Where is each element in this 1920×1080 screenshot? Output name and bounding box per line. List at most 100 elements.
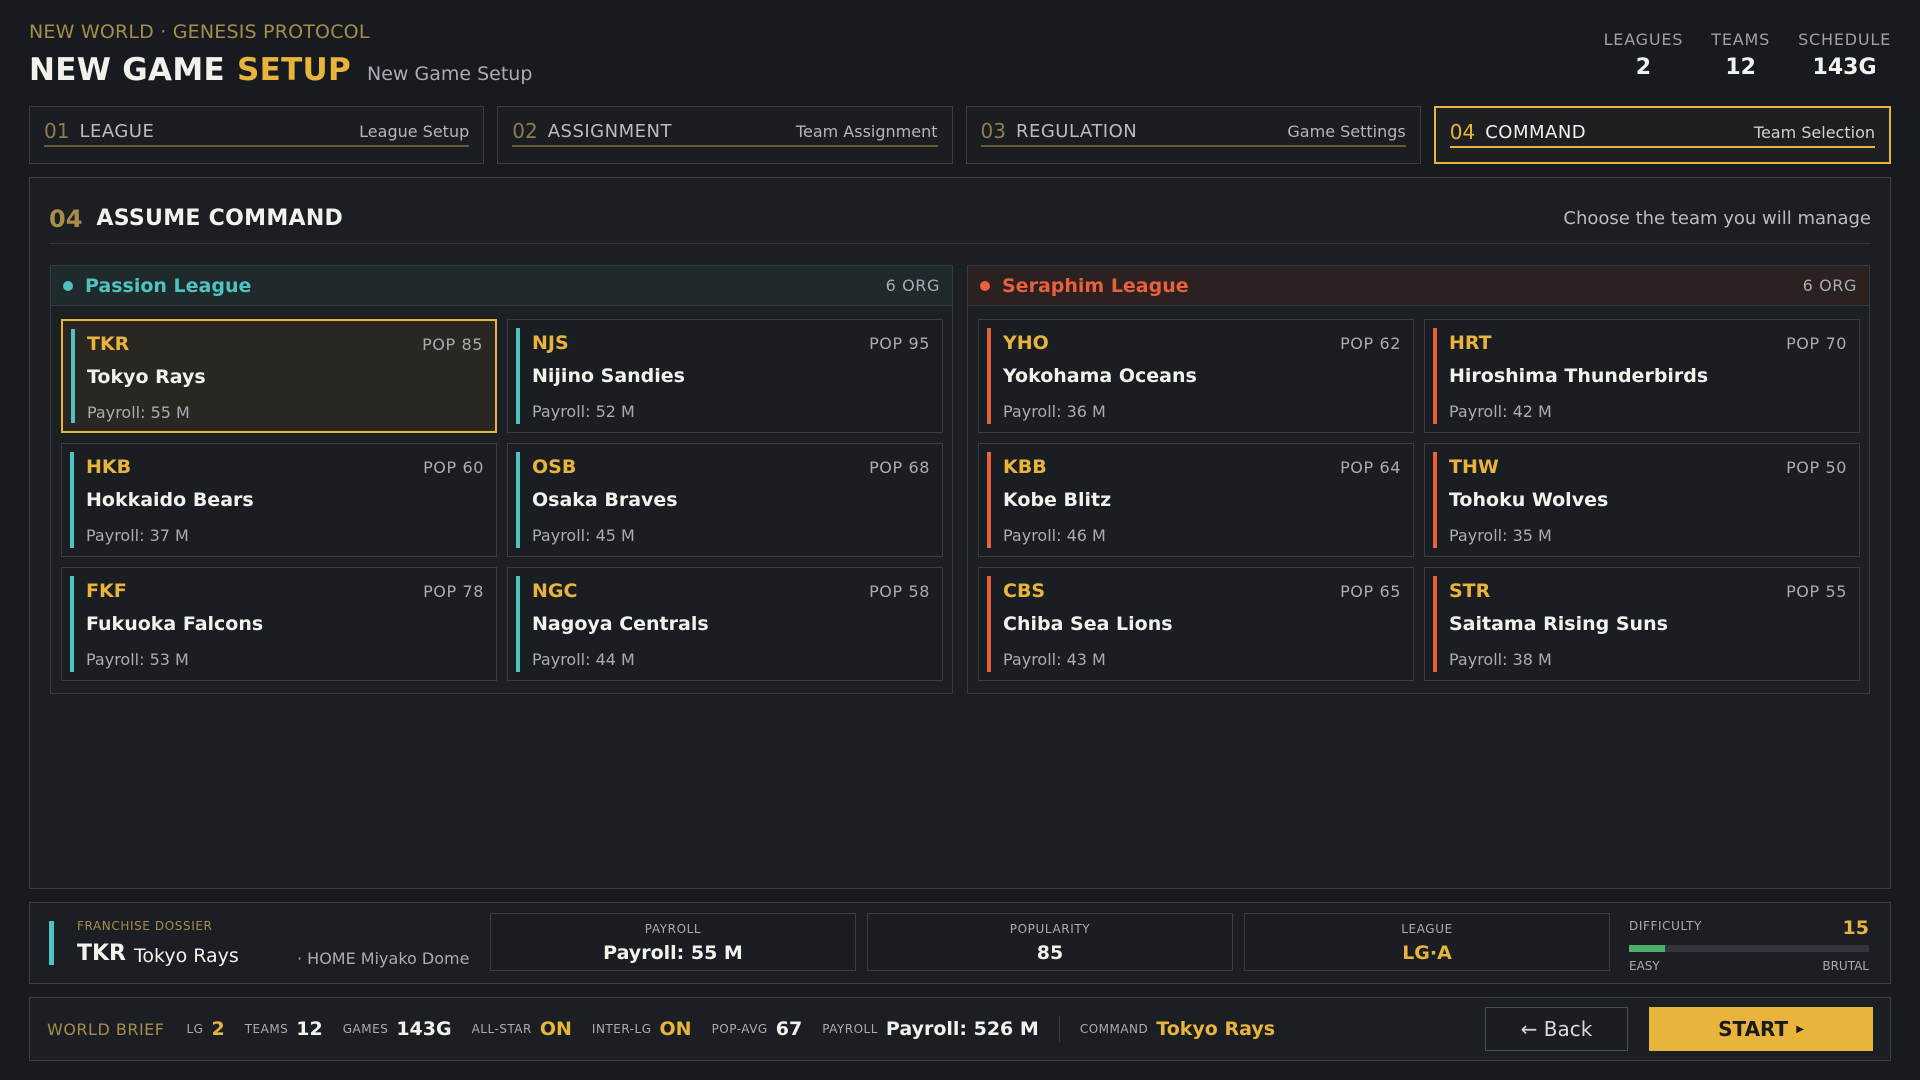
dossier-payroll-box: PAYROLL Payroll: 55 M [490, 913, 856, 971]
stat-teams: TEAMS 12 [1711, 30, 1770, 80]
header: NEW WORLD · GENESIS PROTOCOL NEW GAME SE… [29, 0, 1891, 102]
tab-command[interactable]: 04 COMMAND Team Selection [1433, 106, 1891, 164]
difficulty-fill [1629, 945, 1665, 952]
team-name: Fukuoka Falcons [86, 613, 264, 635]
team-color-bar [1433, 452, 1437, 548]
dossier-color-bar [49, 921, 54, 965]
difficulty-easy-label: EASY [1629, 959, 1660, 973]
dossier-league-box: LEAGUE LG·A [1244, 913, 1610, 971]
team-payroll: Payroll: 42 M [1449, 402, 1552, 421]
eyebrow: NEW WORLD · GENESIS PROTOCOL [29, 21, 370, 43]
team-card-kbb[interactable]: KBB POP 64 Kobe Blitz Payroll: 46 M [978, 443, 1414, 557]
team-color-bar [987, 328, 991, 424]
team-code: THW [1449, 456, 1499, 478]
team-pop: POP 64 [1340, 458, 1401, 477]
step-tabs: 01 LEAGUE League Setup 02 ASSIGNMENT Tea… [29, 106, 1891, 164]
page-subtitle: New Game Setup [367, 63, 533, 85]
title-main: NEW GAME [29, 52, 225, 88]
team-card-osb[interactable]: OSB POP 68 Osaka Braves Payroll: 45 M [507, 443, 943, 557]
league-name: Passion League [85, 274, 252, 297]
team-pop: POP 62 [1340, 334, 1401, 353]
team-name: Hokkaido Bears [86, 489, 254, 511]
team-code: FKF [86, 580, 127, 602]
brief-value: Payroll: 526 M [885, 1018, 1039, 1040]
step-number: 01 [44, 119, 70, 143]
team-color-bar [516, 328, 520, 424]
stat-label: TEAMS [1711, 30, 1771, 49]
dossier-home: · HOME Miyako Dome [297, 949, 470, 968]
brief-title: WORLD BRIEF [47, 1019, 165, 1039]
brief-items: WORLD BRIEF LG 2 TEAMS 12 GAMES 143G ALL… [47, 998, 1295, 1060]
tab-regulation[interactable]: 03 REGULATION Game Settings [965, 106, 1421, 164]
team-code: STR [1449, 580, 1491, 602]
dossier-popularity-box: POPULARITY 85 [867, 913, 1233, 971]
team-code: KBB [1003, 456, 1047, 478]
league-passion: Passion League 6 ORG TKR POP 85 Tokyo Ra… [50, 265, 953, 694]
team-payroll: Payroll: 44 M [532, 650, 635, 669]
panel-title: ASSUME COMMAND [96, 206, 344, 231]
team-name: Nagoya Centrals [532, 613, 709, 635]
difficulty-meter: DIFFICULTY 15 EASY BRUTAL [1629, 917, 1869, 973]
step-number: 03 [980, 119, 1006, 143]
stat-label: SCHEDULE [1798, 30, 1891, 49]
team-code: YHO [1003, 332, 1049, 354]
start-button[interactable]: START ▶ [1649, 1007, 1873, 1051]
team-card-njs[interactable]: NJS POP 95 Nijino Sandies Payroll: 52 M [507, 319, 943, 433]
team-payroll: Payroll: 43 M [1003, 650, 1106, 669]
box-value: Payroll: 55 M [603, 942, 743, 964]
team-payroll: Payroll: 37 M [86, 526, 189, 545]
team-payroll: Payroll: 46 M [1003, 526, 1106, 545]
brief-label: ALL-STAR [471, 1022, 532, 1036]
difficulty-label: DIFFICULTY [1629, 919, 1702, 933]
box-label: LEAGUE [1401, 922, 1453, 936]
team-color-bar [70, 452, 74, 548]
step-label: COMMAND [1485, 121, 1587, 143]
team-color-bar [987, 576, 991, 672]
team-name: Hiroshima Thunderbirds [1449, 365, 1709, 387]
play-arrow-icon: ▶ [1796, 1023, 1804, 1035]
team-card-tkr[interactable]: TKR POP 85 Tokyo Rays Payroll: 55 M [61, 319, 497, 433]
team-card-cbs[interactable]: CBS POP 65 Chiba Sea Lions Payroll: 43 M [978, 567, 1414, 681]
team-card-str[interactable]: STR POP 55 Saitama Rising Suns Payroll: … [1424, 567, 1860, 681]
team-color-bar [71, 329, 75, 423]
box-value: LG·A [1402, 942, 1452, 964]
panel-hint: Choose the team you will manage [1563, 208, 1871, 229]
brief-label: PAYROLL [822, 1022, 878, 1036]
tab-league[interactable]: 01 LEAGUE League Setup [29, 106, 485, 164]
team-pop: POP 65 [1340, 582, 1401, 601]
brief-value: ON [659, 1018, 692, 1040]
team-code: NGC [532, 580, 578, 602]
step-label: REGULATION [1015, 120, 1138, 142]
team-grid: YHO POP 62 Yokohama Oceans Payroll: 36 M… [978, 319, 1860, 681]
stat-value: 143G [1812, 55, 1877, 80]
franchise-dossier: FRANCHISE DOSSIER TKR Tokyo Rays · HOME … [29, 902, 1891, 984]
team-code: HKB [86, 456, 132, 478]
back-button[interactable]: ← Back [1485, 1007, 1628, 1051]
team-payroll: Payroll: 35 M [1449, 526, 1552, 545]
team-card-hkb[interactable]: HKB POP 60 Hokkaido Bears Payroll: 37 M [61, 443, 497, 557]
panel-header: 04 ASSUME COMMAND Choose the team you wi… [49, 194, 1871, 244]
team-card-yho[interactable]: YHO POP 62 Yokohama Oceans Payroll: 36 M [978, 319, 1414, 433]
team-pop: POP 78 [423, 582, 484, 601]
team-payroll: Payroll: 55 M [87, 403, 190, 422]
league-seraphim: Seraphim League 6 ORG YHO POP 62 Yokoham… [967, 265, 1870, 694]
team-color-bar [987, 452, 991, 548]
world-brief: WORLD BRIEF LG 2 TEAMS 12 GAMES 143G ALL… [29, 997, 1891, 1061]
team-code: TKR [87, 333, 130, 355]
brief-label: POP-AVG [711, 1022, 768, 1036]
league-header: Passion League 6 ORG [51, 266, 952, 306]
tab-assignment[interactable]: 02 ASSIGNMENT Team Assignment [497, 106, 953, 164]
difficulty-track [1629, 945, 1869, 952]
dossier-label: FRANCHISE DOSSIER [77, 919, 213, 933]
brief-value: 12 [296, 1018, 323, 1040]
team-card-hrt[interactable]: HRT POP 70 Hiroshima Thunderbirds Payrol… [1424, 319, 1860, 433]
team-card-ngc[interactable]: NGC POP 58 Nagoya Centrals Payroll: 44 M [507, 567, 943, 681]
team-card-thw[interactable]: THW POP 50 Tohoku Wolves Payroll: 35 M [1424, 443, 1860, 557]
brief-label: INTER-LG [591, 1022, 652, 1036]
team-color-bar [1433, 576, 1437, 672]
difficulty-value: 15 [1842, 917, 1869, 939]
team-pop: POP 50 [1786, 458, 1847, 477]
league-header: Seraphim League 6 ORG [968, 266, 1869, 306]
team-card-fkf[interactable]: FKF POP 78 Fukuoka Falcons Payroll: 53 M [61, 567, 497, 681]
team-code: NJS [532, 332, 569, 354]
